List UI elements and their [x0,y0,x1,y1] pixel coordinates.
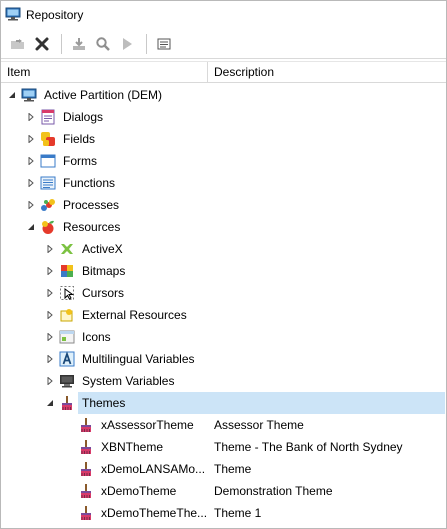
fields-icon [40,131,56,147]
tree-node-label: xAssessorTheme [101,418,194,432]
tree-node-description: Theme - The Bank of North Sydney [214,440,403,454]
item-column-header[interactable]: Item [1,62,208,82]
expanded-arrow-icon[interactable] [45,398,55,408]
cursors-icon [59,285,75,301]
tree-node-themes[interactable]: Themes [1,392,446,414]
selection-highlight [78,392,445,414]
bitmaps-icon [59,263,75,279]
tree-node-label: xDemoLANSAMo... [101,462,206,476]
theme-brush-icon [78,505,94,521]
toolbar [1,29,446,59]
tree-node-label: Processes [63,198,120,212]
dialogs-icon [40,109,56,125]
collapsed-arrow-icon[interactable] [45,266,55,276]
expanded-arrow-icon[interactable] [26,222,36,232]
processes-icon [40,197,56,213]
multilingual-variables-icon [59,351,75,367]
repository-tree: Active Partition (DEM) Dialogs Fields Fo… [1,84,446,528]
tree-node-multilingual-variables[interactable]: Multilingual Variables [1,348,446,370]
tree-node-label: Fields [63,132,96,146]
tree-node-theme-item[interactable]: xDemoLANSAMo... Theme [1,458,446,480]
tree-node-label: Dialogs [63,110,104,124]
tree-node-label: Themes [82,396,126,410]
tree-node-dialogs[interactable]: Dialogs [1,106,446,128]
theme-brush-icon [78,417,94,433]
collapsed-arrow-icon[interactable] [26,178,36,188]
tree-node-fields[interactable]: Fields [1,128,446,150]
tree-node-processes[interactable]: Processes [1,194,446,216]
tree-node-description: Assessor Theme [214,418,304,432]
toolbar-separator [61,33,62,54]
tree-node-activex[interactable]: ActiveX [1,238,446,260]
repository-window: Repository Item Description Active Parti… [0,0,447,529]
tree-node-label: Multilingual Variables [82,352,195,366]
column-header: Item Description [1,61,446,83]
delete-icon[interactable] [31,33,53,55]
theme-brush-icon [78,439,94,455]
tree-node-theme-item[interactable]: xDemoThemeThe... Theme 1 [1,502,446,524]
collapsed-arrow-icon[interactable] [26,134,36,144]
window-title: Repository [26,8,84,22]
properties-icon[interactable] [153,33,175,55]
theme-brush-icon [78,461,94,477]
tree-node-cursors[interactable]: Cursors [1,282,446,304]
themes-brush-icon [59,395,75,411]
tree-node-description: Demonstration Theme [214,484,333,498]
tree-node-label: Bitmaps [82,264,126,278]
tree-node-label: ActiveX [82,242,123,256]
external-resources-icon [59,307,75,323]
description-column-header[interactable]: Description [208,62,446,82]
tree-node-label: Functions [63,176,116,190]
collapsed-arrow-icon[interactable] [45,310,55,320]
collapsed-arrow-icon[interactable] [45,244,55,254]
find-icon[interactable] [92,33,114,55]
tree-node-bitmaps[interactable]: Bitmaps [1,260,446,282]
tree-node-label: Icons [82,330,111,344]
theme-brush-icon [78,483,94,499]
system-variables-icon [59,373,75,389]
collapsed-arrow-icon[interactable] [45,354,55,364]
collapsed-arrow-icon[interactable] [26,156,36,166]
expanded-arrow-icon[interactable] [7,90,17,100]
tree-node-functions[interactable]: Functions [1,172,446,194]
tree-node-label: xDemoThemeThe... [101,506,208,520]
tree-node-label: Active Partition (DEM) [44,88,163,102]
tree-node-description: Theme 1 [214,506,262,520]
tree-node-label: Forms [63,154,97,168]
tree-node-icons[interactable]: Icons [1,326,446,348]
toolbar-separator [146,33,147,54]
partition-monitor-icon [21,87,37,103]
icons-icon [59,329,75,345]
repository-app-icon [5,6,21,25]
tree-node-system-variables[interactable]: System Variables [1,370,446,392]
activex-icon [59,241,75,257]
tree-node-theme-item[interactable]: xAssessorTheme Assessor Theme [1,414,446,436]
tree-node-label: External Resources [82,308,187,322]
import-icon[interactable] [68,33,90,55]
run-icon[interactable] [116,33,138,55]
collapsed-arrow-icon[interactable] [45,376,55,386]
collapsed-arrow-icon[interactable] [45,288,55,298]
tree-node-description: Theme [214,462,252,476]
tree-node-resources[interactable]: Resources [1,216,446,238]
tree-node-theme-item[interactable]: xDemoTheme Demonstration Theme [1,480,446,502]
tree-node-label: xDemoTheme [101,484,177,498]
tree-node-label: Resources [63,220,121,234]
tree-node-forms[interactable]: Forms [1,150,446,172]
tree-node-external-resources[interactable]: External Resources [1,304,446,326]
collapsed-arrow-icon[interactable] [26,112,36,122]
open-icon[interactable] [7,33,29,55]
tree-node-label: Cursors [82,286,125,300]
functions-icon [40,175,56,191]
tree-node-active-partition[interactable]: Active Partition (DEM) [1,84,446,106]
forms-icon [40,153,56,169]
title-bar: Repository [1,1,446,29]
collapsed-arrow-icon[interactable] [26,200,36,210]
tree-node-label: System Variables [82,374,175,388]
collapsed-arrow-icon[interactable] [45,332,55,342]
tree-node-theme-item[interactable]: XBNTheme Theme - The Bank of North Sydne… [1,436,446,458]
resources-icon [40,219,56,235]
tree-node-label: XBNTheme [101,440,164,454]
